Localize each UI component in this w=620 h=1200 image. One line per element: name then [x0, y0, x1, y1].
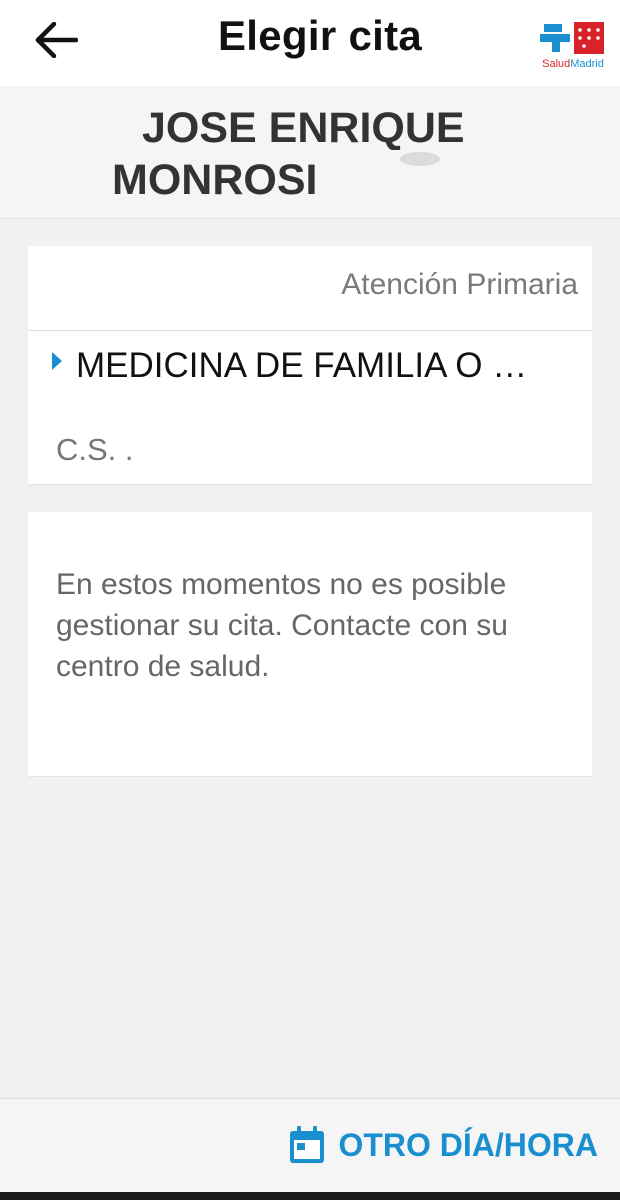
- appointment-card: Atención Primaria MEDICINA DE FAMILIA O …: [28, 246, 592, 485]
- calendar-icon: [290, 1126, 325, 1163]
- page-title: Elegir cita: [217, 12, 423, 59]
- unavailable-message: En estos momentos no es posible gestiona…: [56, 568, 508, 683]
- patient-name-line1: JOSE ENRIQUE: [142, 104, 465, 152]
- appointment-category: Atención Primaria: [341, 268, 578, 301]
- other-day-button[interactable]: OTRO DÍA/HORA: [288, 1125, 598, 1165]
- salud-madrid-logo: SaludMadrid: [538, 18, 608, 72]
- redacted-surname: [345, 150, 487, 206]
- salud-madrid-logo-icon: [540, 22, 604, 54]
- app-bar: Elegir cita SaludMadrid: [0, 0, 620, 86]
- patient-header: JOSE ENRIQUE MONROSI: [0, 86, 620, 219]
- logo-text-madrid: Madrid: [570, 58, 604, 70]
- health-center: C.S. .: [56, 432, 134, 467]
- logo-text-salud: Salud: [542, 58, 571, 70]
- specialty-label: MEDICINA DE FAMILIA O …: [76, 346, 528, 385]
- other-day-label: OTRO DÍA/HORA: [338, 1126, 598, 1163]
- specialty-selector[interactable]: MEDICINA DE FAMILIA O …: [52, 346, 582, 386]
- message-card: En estos momentos no es posible gestiona…: [28, 512, 592, 777]
- logo-text: SaludMadrid: [538, 58, 608, 70]
- divider: [28, 330, 592, 331]
- bottom-bar: OTRO DÍA/HORA: [0, 1098, 620, 1193]
- screen-bottom-edge: [0, 1192, 620, 1200]
- caret-right-icon: [52, 352, 62, 370]
